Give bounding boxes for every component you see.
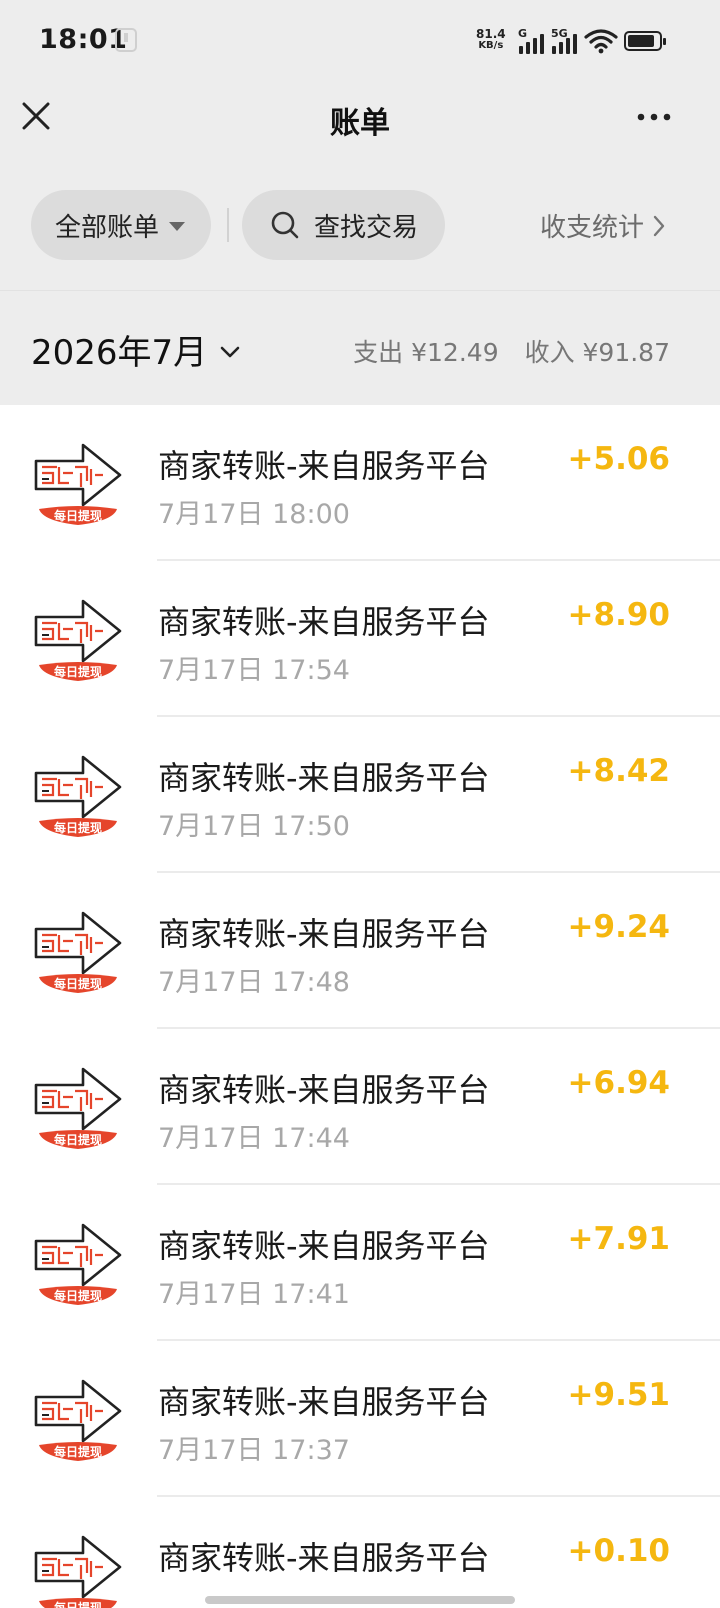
transaction-time: 7月17日 17:48 <box>158 967 350 998</box>
merchant-logo-icon: 每日提现 <box>33 903 123 999</box>
month-header: 2026年7月 支出 ¥12.49 收入 ¥91.87 <box>0 290 720 405</box>
page-title: 账单 <box>330 106 390 141</box>
transaction-time: 7月17日 17:41 <box>158 1279 350 1310</box>
stats-label: 收支统计 <box>540 213 645 243</box>
transaction-title: 商家转账-来自服务平台 <box>158 915 490 953</box>
month-expense: 支出 ¥12.49 <box>353 338 499 367</box>
transaction-title: 商家转账-来自服务平台 <box>158 1071 490 1109</box>
transaction-time: 7月17日 17:50 <box>158 811 350 842</box>
status-bar: 18:01 81.4 KB/s G 5G <box>0 0 720 80</box>
divider <box>227 208 229 242</box>
transaction-time: 7月17日 17:54 <box>158 655 350 686</box>
nav-bar: 账单 <box>0 80 720 160</box>
logo-caption: 每日提现 <box>54 1600 102 1608</box>
merchant-logo-icon: 每日提现 <box>33 1059 123 1155</box>
merchant-logo-icon: 每日提现 <box>33 1527 123 1608</box>
transaction-amount: +5.06 <box>567 441 670 477</box>
transaction-title: 商家转账-来自服务平台 <box>158 1383 490 1421</box>
chevron-down-icon <box>220 346 240 357</box>
wifi-icon <box>584 29 618 54</box>
merchant-logo-icon: 每日提现 <box>33 591 123 687</box>
transaction-row[interactable]: 每日提现 商家转账-来自服务平台 7月17日 18:00 +5.06 <box>0 405 720 561</box>
filter-row: 全部账单 查找交易 收支统计 <box>0 190 720 260</box>
network-speed: 81.4 KB/s <box>476 28 506 52</box>
transaction-amount: +8.42 <box>567 753 670 789</box>
transaction-time: 7月17日 17:37 <box>158 1435 350 1466</box>
transaction-row[interactable]: 每日提现 商家转账-来自服务平台 7月17日 17:41 +7.91 <box>0 1185 720 1341</box>
merchant-logo-icon: 每日提现 <box>33 1371 123 1467</box>
more-icon[interactable] <box>632 102 676 132</box>
sim1-label: G <box>518 27 528 40</box>
search-icon <box>271 211 299 239</box>
month-label: 2026年7月 <box>31 333 208 373</box>
transaction-row[interactable]: 每日提现 商家转账-来自服务平台 7月17日 17:54 +8.90 <box>0 561 720 717</box>
logo-caption: 每日提现 <box>54 976 102 991</box>
month-summary: 支出 ¥12.49 收入 ¥91.87 <box>353 333 670 369</box>
logo-caption: 每日提现 <box>54 1132 102 1147</box>
logo-caption: 每日提现 <box>54 508 102 523</box>
merchant-logo-icon: 每日提现 <box>33 747 123 843</box>
transaction-title: 商家转账-来自服务平台 <box>158 1227 490 1265</box>
merchant-logo-icon: 每日提现 <box>33 435 123 531</box>
search-label: 查找交易 <box>314 212 419 243</box>
battery-icon <box>624 31 666 51</box>
transaction-time: 7月17日 17:44 <box>158 1123 350 1154</box>
caret-down-icon <box>169 221 186 231</box>
logo-caption: 每日提现 <box>54 1288 102 1303</box>
home-indicator[interactable] <box>205 1596 515 1604</box>
transaction-row[interactable]: 每日提现 商家转账-来自服务平台 7月17日 17:37 +9.51 <box>0 1341 720 1497</box>
transaction-title: 商家转账-来自服务平台 <box>158 759 490 797</box>
logo-caption: 每日提现 <box>54 1444 102 1459</box>
transaction-title: 商家转账-来自服务平台 <box>158 603 490 641</box>
signal-icon: G <box>518 27 548 54</box>
month-selector[interactable]: 2026年7月 <box>31 325 241 374</box>
transaction-row[interactable]: 每日提现 商家转账-来自服务平台 7月17日 17:48 +9.24 <box>0 873 720 1029</box>
transaction-row[interactable]: 每日提现 商家转账-来自服务平台 +0.10 <box>0 1497 720 1608</box>
network-speed-unit: KB/s <box>478 40 504 51</box>
transaction-time: 7月17日 18:00 <box>158 499 350 530</box>
month-income: 收入 ¥91.87 <box>524 338 670 367</box>
transaction-list: 每日提现 商家转账-来自服务平台 7月17日 18:00 +5.06 每日提现 商家… <box>0 405 720 1608</box>
logo-caption: 每日提现 <box>54 664 102 679</box>
transaction-title: 商家转账-来自服务平台 <box>158 1539 490 1577</box>
all-bills-label: 全部账单 <box>55 212 160 243</box>
search-transaction-button[interactable]: 查找交易 <box>242 190 445 260</box>
transaction-amount: +0.10 <box>567 1533 670 1569</box>
signal-icon-5g: 5G <box>551 27 581 54</box>
income-expense-stats-link[interactable]: 收支统计 <box>540 207 666 244</box>
download-icon <box>115 28 137 52</box>
network-speed-value: 81.4 <box>476 27 506 41</box>
transaction-amount: +8.90 <box>567 597 670 633</box>
all-bills-filter-button[interactable]: 全部账单 <box>31 190 211 260</box>
bill-screen: 18:01 81.4 KB/s G 5G 账单 全部账单 查找交易 收支统计 2… <box>0 0 720 1608</box>
merchant-logo-icon: 每日提现 <box>33 1215 123 1311</box>
transaction-row[interactable]: 每日提现 商家转账-来自服务平台 7月17日 17:44 +6.94 <box>0 1029 720 1185</box>
transaction-amount: +9.24 <box>567 909 670 945</box>
transaction-amount: +9.51 <box>567 1377 670 1413</box>
transaction-amount: +6.94 <box>567 1065 670 1101</box>
transaction-row[interactable]: 每日提现 商家转账-来自服务平台 7月17日 17:50 +8.42 <box>0 717 720 873</box>
transaction-amount: +7.91 <box>567 1221 670 1257</box>
transaction-title: 商家转账-来自服务平台 <box>158 447 490 485</box>
logo-caption: 每日提现 <box>54 820 102 835</box>
battery-level <box>628 35 654 47</box>
chevron-right-icon <box>653 215 665 236</box>
